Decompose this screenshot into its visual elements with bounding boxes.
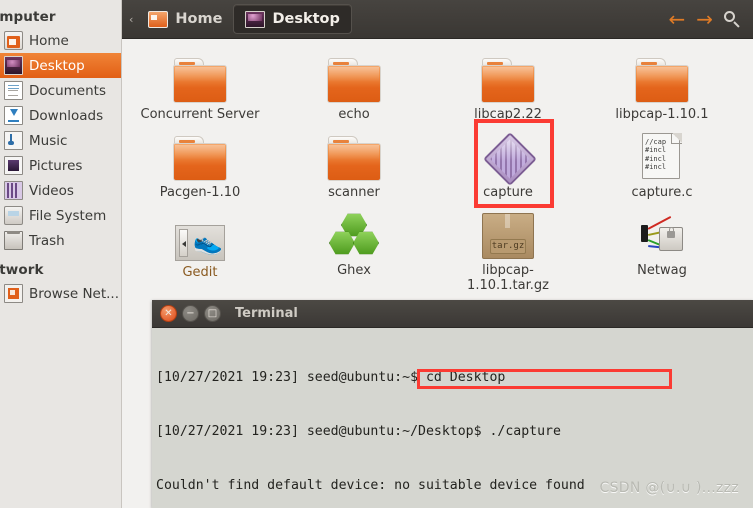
source-line: #incl [645,146,667,155]
file-item-echo[interactable]: echo [279,51,429,122]
file-name: scanner [328,185,380,200]
sidebar-item-home[interactable]: Home [0,28,121,53]
folder-icon [481,51,535,103]
archive-icon: tar.gz [482,207,534,259]
documents-icon [4,81,23,100]
ghex-icon [329,205,379,259]
annotation-box-capture [474,119,554,208]
sidebar-item-pictures[interactable]: Pictures [0,153,121,178]
sidebar: omputer Home Desktop Documents Downloads… [0,0,122,508]
sidebar-item-file-system[interactable]: File System [0,203,121,228]
file-manager-window: omputer Home Desktop Documents Downloads… [0,0,753,508]
archive-label: tar.gz [490,239,526,254]
file-item-netwag[interactable]: Netwag [587,207,737,278]
minimize-icon[interactable]: − [182,305,199,322]
file-name: capture.c [631,185,693,200]
toolbar-actions: ← → [668,9,753,29]
sidebar-item-label: Trash [29,232,65,249]
file-item-ghex[interactable]: Ghex [279,205,429,278]
sidebar-item-label: Music [29,132,68,149]
videos-icon [4,181,23,200]
sidebar-item-downloads[interactable]: Downloads [0,103,121,128]
source-line: //cap [645,138,667,146]
close-glyph: ✕ [164,307,173,319]
terminal-window[interactable]: ✕ − □ Terminal [10/27/2021 19:23] seed@u… [152,300,753,508]
annotation-box-error-text [417,369,672,389]
home-icon [4,31,23,50]
breadcrumb-label: Desktop [272,11,340,27]
file-name: Concurrent Server [140,107,260,122]
back-arrow-icon[interactable]: ← [668,9,685,29]
breadcrumb-button-desktop[interactable]: Desktop [233,4,352,34]
maximize-glyph: □ [207,307,218,319]
terminal-title: Terminal [235,306,298,321]
sidebar-item-label: Documents [29,82,106,99]
terminal-titlebar[interactable]: ✕ − □ Terminal [152,300,753,328]
network-icon [4,284,23,303]
sidebar-item-label: Downloads [29,107,104,124]
source-preview: //cap #incl #incl #incl [645,138,680,172]
netwag-icon [639,207,685,259]
search-icon[interactable] [724,10,741,28]
watermark: CSDN @(∪.∪ )...zzz [599,480,739,496]
folder-icon [173,129,227,181]
file-name: Ghex [337,263,371,278]
gedit-launcher-icon: 👟 [175,209,225,261]
sidebar-item-trash[interactable]: Trash [0,228,121,253]
source-file-icon: //cap #incl #incl #incl [642,125,682,181]
source-line: #incl [645,163,667,172]
sidebar-group-header-computer: omputer [0,9,56,25]
close-icon[interactable]: ✕ [160,305,177,322]
folder-icon [148,10,169,28]
file-name: Gedit [182,265,218,280]
folder-icon [173,51,227,103]
terminal-line: [10/27/2021 19:23] seed@ubuntu:~/Desktop… [156,424,561,439]
file-item-capture-c[interactable]: //cap #incl #incl #incl capture.c [587,125,737,200]
breadcrumb-label: Home [175,11,223,27]
file-name: Netwag [637,263,687,278]
sidebar-item-label: Browse Net... [29,285,120,302]
maximize-icon[interactable]: □ [204,305,221,322]
desktop-icon [4,56,23,75]
file-name: libpcap-1.10.1 [615,107,709,122]
file-item-libpcap-archive[interactable]: tar.gz libpcap-1.10.1.tar.gz [433,207,583,293]
minimize-glyph: − [186,307,195,319]
sidebar-item-videos[interactable]: Videos [0,178,121,203]
file-item-gedit[interactable]: 👟 Gedit [125,209,275,280]
file-name: libpcap-1.10.1.tar.gz [467,263,549,293]
sidebar-group-header-network: etwork [0,262,44,278]
downloads-icon [4,106,23,125]
sidebar-item-desktop[interactable]: Desktop [0,53,121,78]
breadcrumb-button-home[interactable]: Home [137,4,233,34]
file-item-scanner[interactable]: scanner [279,129,429,200]
sidebar-item-label: Home [29,32,69,49]
sidebar-item-label: Videos [29,182,74,199]
sidebar-item-documents[interactable]: Documents [0,78,121,103]
file-item-libpcap-1-10-1[interactable]: libpcap-1.10.1 [587,51,737,122]
toolbar: ‹ Home Desktop ← → [122,0,753,39]
monitor-icon [245,10,266,28]
file-item-pacgen-1-10[interactable]: Pacgen-1.10 [125,129,275,200]
music-icon [4,131,23,150]
sidebar-item-label: File System [29,207,107,224]
folder-icon [327,129,381,181]
file-name: echo [338,107,370,122]
file-name: Pacgen-1.10 [159,185,241,200]
file-item-libcap2-22[interactable]: libcap2.22 [433,51,583,122]
breadcrumb-prev-chevron-icon[interactable]: ‹ [129,13,133,26]
sidebar-item-browse-network[interactable]: Browse Net... [0,281,121,306]
sidebar-item-label: Pictures [29,157,83,174]
file-item-concurrent-server[interactable]: Concurrent Server [125,51,275,122]
pictures-icon [4,156,23,175]
folder-icon [635,51,689,103]
file-system-icon [4,206,23,225]
forward-arrow-icon[interactable]: → [696,9,713,29]
trash-icon [4,231,23,250]
folder-icon [327,51,381,103]
sidebar-item-music[interactable]: Music [0,128,121,153]
source-line: #incl [645,154,667,163]
sidebar-item-label: Desktop [29,57,85,74]
